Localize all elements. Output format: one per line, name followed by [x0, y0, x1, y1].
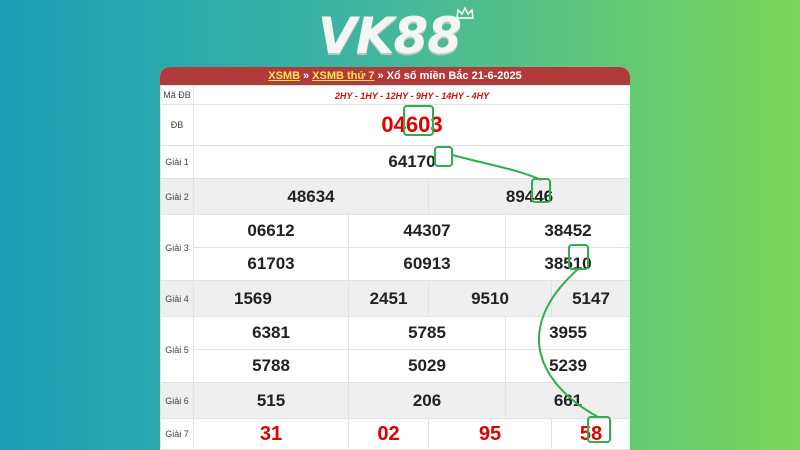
row-label: Giải 7	[160, 418, 194, 450]
prize-1-value: 64170	[388, 152, 436, 171]
prize-4-value: 2451	[369, 288, 408, 308]
table-row: ĐB 04603	[160, 104, 630, 146]
row-label: Giải 1	[160, 145, 194, 179]
prize-5-value: 3955	[549, 323, 587, 342]
prize-6-value: 206	[412, 390, 442, 410]
results-table: Mã ĐB 2HY - 1HY - 12HY - 9HY - 14HY - 4H…	[160, 85, 630, 450]
special-code-list: 2HY - 1HY - 12HY - 9HY - 14HY - 4HY	[334, 91, 490, 101]
table-row: 5788 5029 5239	[161, 349, 630, 383]
prize-5-value: 5239	[549, 356, 587, 375]
prize-4-value: 9510	[471, 288, 509, 308]
row-label: Giải 2	[160, 178, 194, 215]
prize-2-value: 89446	[505, 186, 554, 206]
breadcrumb-link-xsmb-saturday[interactable]: XSMB thứ 7	[312, 70, 374, 82]
prize-3-value: 38452	[544, 221, 592, 240]
prize-6-value: 661	[553, 390, 583, 410]
row-label: ĐB	[160, 104, 194, 146]
breadcrumb-separator: »	[303, 70, 310, 82]
table-row: Mã ĐB 2HY - 1HY - 12HY - 9HY - 14HY - 4H…	[160, 85, 630, 105]
row-label: Giải 4	[160, 280, 194, 317]
prize-5-value: 6381	[252, 323, 290, 342]
breadcrumb: XSMB» XSMB thứ 7» Xổ số miền Bắc 21-6-2025	[160, 67, 630, 85]
crown-icon	[456, 6, 474, 19]
prize-3-value: 38510	[544, 254, 592, 273]
prize-5-value: 5029	[408, 356, 446, 375]
breadcrumb-link-xsmb[interactable]: XSMB	[268, 70, 300, 82]
row-label: Mã ĐB	[160, 85, 194, 105]
breadcrumb-current: Xổ số miền Bắc 21-6-2025	[386, 70, 522, 82]
table-row: Giải 4 1569 2451 9510 5147	[160, 280, 630, 317]
logo-text-vk: VK	[318, 7, 394, 65]
prize-7-value: 95	[478, 422, 502, 445]
prize-7-value: 58	[579, 422, 603, 445]
results-card: XSMB» XSMB thứ 7» Xổ số miền Bắc 21-6-2025…	[160, 67, 630, 450]
table-row: Giải 7 31 02 95 58	[160, 418, 630, 450]
prize-4-value: 1569	[234, 288, 272, 308]
prize-3-value: 06612	[247, 221, 295, 240]
breadcrumb-separator: »	[377, 70, 384, 82]
prize-6-value: 515	[256, 390, 286, 410]
prize-7-value: 31	[259, 422, 283, 445]
logo-text-88: 88	[393, 7, 462, 65]
special-prize-value: 04603	[381, 112, 443, 137]
prize-5-value: 5785	[408, 323, 446, 342]
prize-5-value: 5788	[252, 356, 290, 375]
table-row: Giải 3 06612 44307 38452	[160, 214, 630, 281]
table-row: Giải 5 6381 5785 3955	[160, 316, 630, 383]
prize-3-value: 61703	[247, 254, 295, 273]
prize-3-value: 60913	[403, 254, 451, 273]
row-label: Giải 3	[160, 214, 194, 281]
row-label: Giải 5	[160, 316, 194, 383]
prize-3-value: 44307	[403, 221, 451, 240]
row-label: Giải 6	[160, 382, 194, 419]
table-row: Giải 2 48634 89446	[160, 178, 630, 215]
table-row: Giải 1 64170	[160, 145, 630, 179]
prize-4-value: 5147	[572, 288, 610, 308]
prize-2-value: 48634	[287, 186, 335, 206]
table-row: 61703 60913 38510	[161, 247, 630, 281]
prize-7-value: 02	[377, 422, 400, 445]
table-row: Giải 6 515 206 661	[160, 382, 630, 419]
